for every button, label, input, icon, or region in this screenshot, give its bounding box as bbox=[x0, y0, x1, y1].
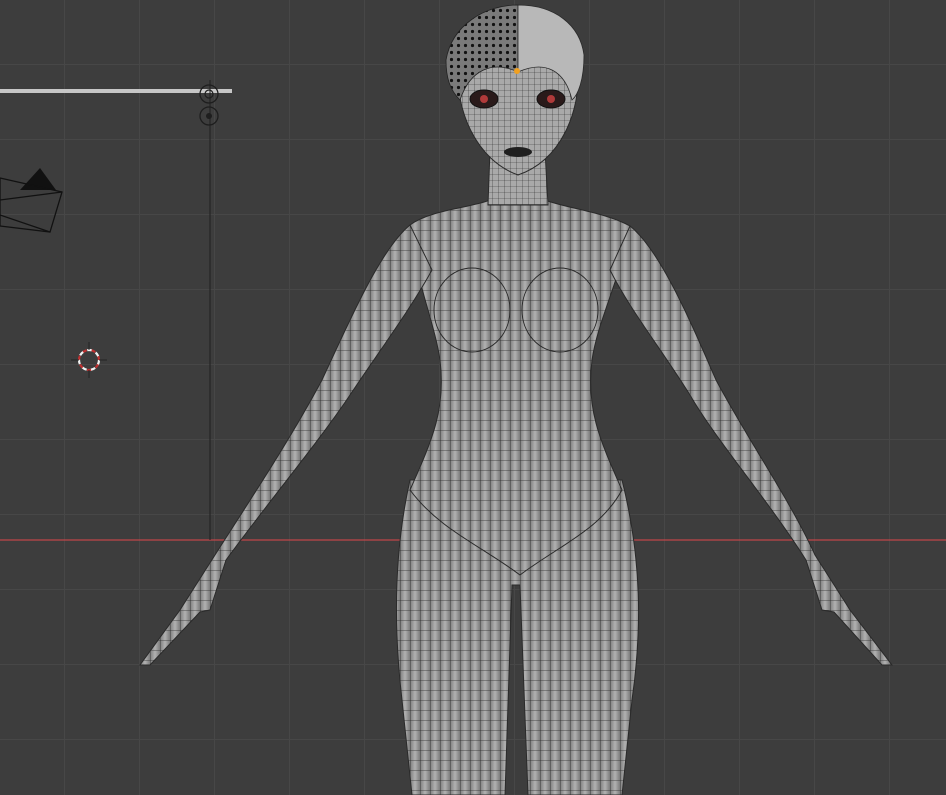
3d-viewport[interactable] bbox=[0, 0, 946, 795]
mesh-right-arm bbox=[609, 225, 894, 666]
camera-icon[interactable] bbox=[0, 168, 63, 233]
object-origin-dot bbox=[514, 68, 520, 74]
mesh-torso bbox=[409, 199, 631, 576]
light-icon[interactable] bbox=[0, 80, 232, 540]
mesh-left-arm bbox=[139, 224, 433, 666]
3d-cursor-icon[interactable] bbox=[71, 342, 107, 378]
character-mesh[interactable] bbox=[139, 4, 894, 795]
mesh-mouth bbox=[504, 147, 532, 157]
viewport-canvas[interactable] bbox=[0, 0, 946, 795]
